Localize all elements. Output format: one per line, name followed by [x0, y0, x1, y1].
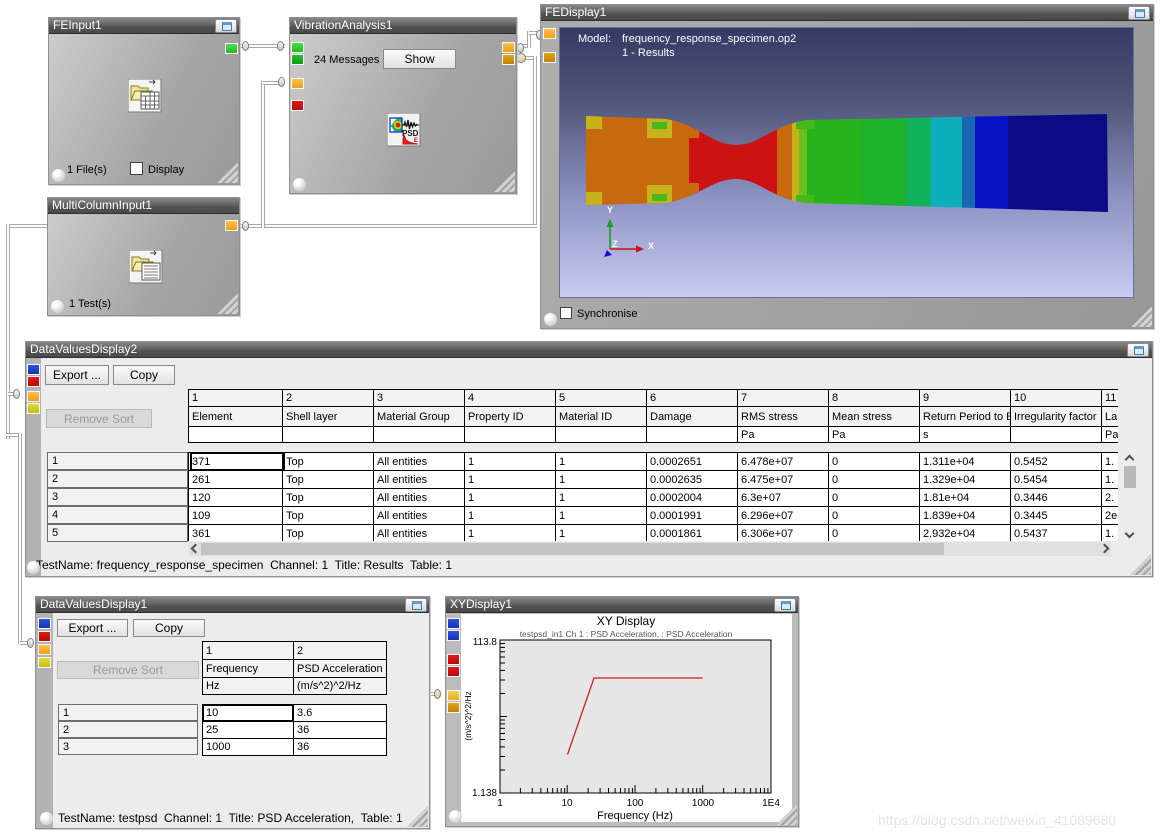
svg-text:100: 100: [627, 798, 644, 809]
svg-text:1000: 1000: [692, 798, 715, 809]
svg-text:113.8: 113.8: [473, 637, 498, 648]
svg-text:Z: Z: [612, 239, 618, 249]
svg-text:E: E: [414, 138, 418, 144]
svg-text:X: X: [648, 241, 654, 251]
svg-text:1: 1: [497, 798, 503, 809]
svg-text:1E4: 1E4: [762, 798, 780, 809]
svg-text:10: 10: [561, 798, 573, 809]
svg-text:(m/s^2)^2/Hz: (m/s^2)^2/Hz: [463, 691, 473, 741]
svg-text:Y: Y: [607, 205, 613, 215]
svg-text:Frequency (Hz): Frequency (Hz): [597, 810, 673, 822]
svg-text:XY Display: XY Display: [597, 614, 655, 628]
svg-text:1.138: 1.138: [472, 788, 497, 799]
svg-text:testpsd_in1 Ch 1 : PSD Accele: testpsd_in1 Ch 1 : PSD Acceleration, : P…: [520, 629, 733, 639]
